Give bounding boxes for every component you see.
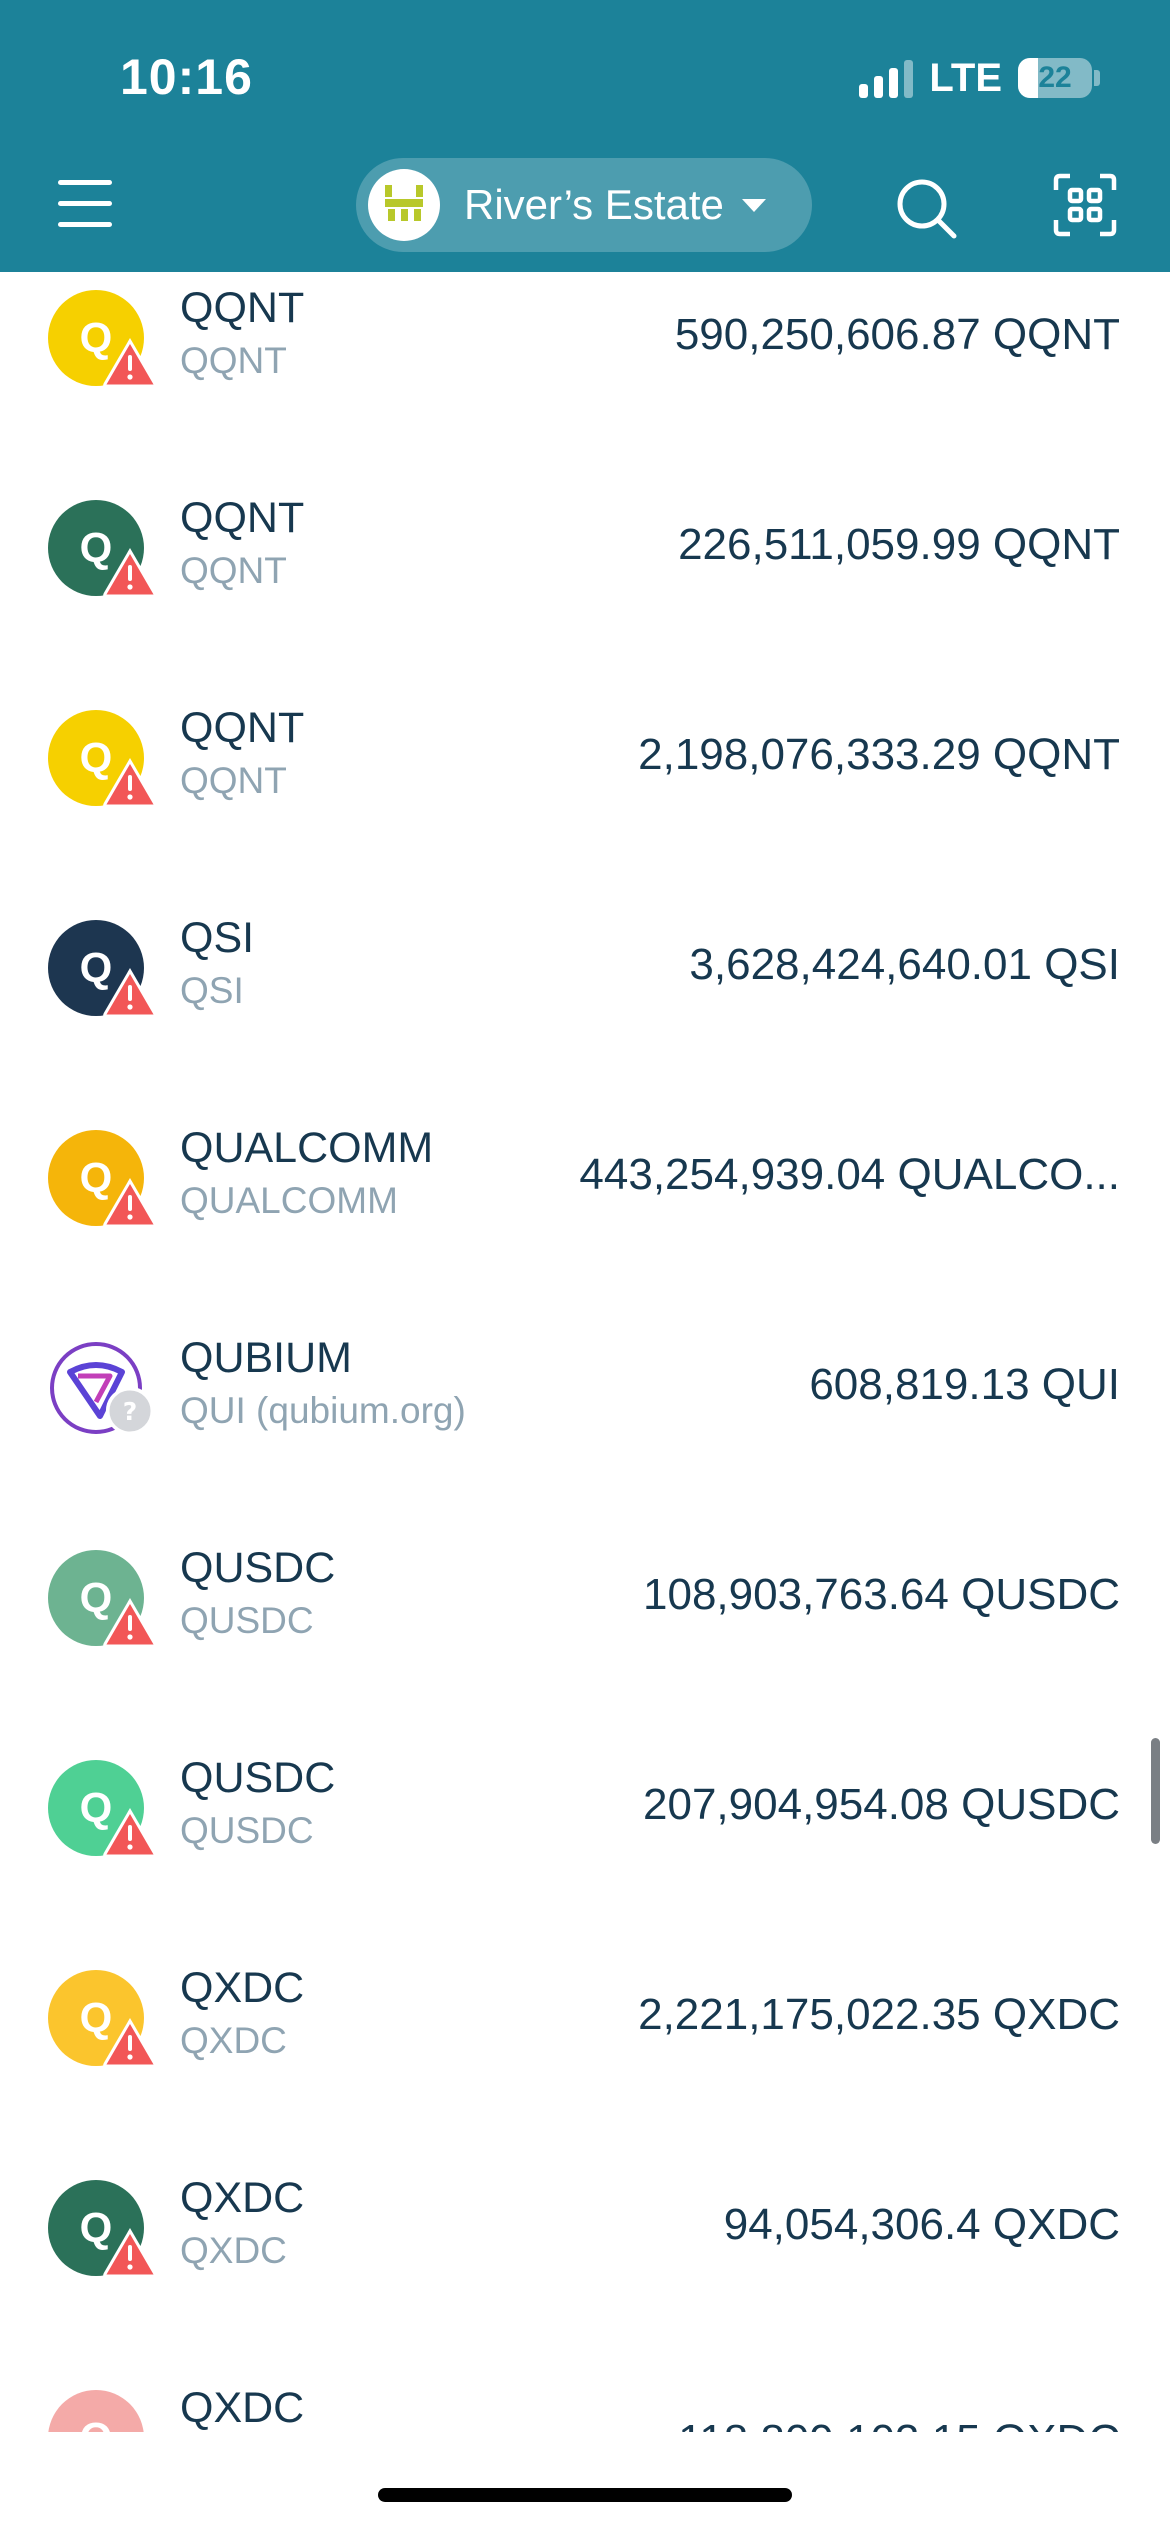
token-row-qqnt[interactable]: Q QQNT QQNT 590,250,606.87 QQNT — [0, 272, 1170, 452]
qr-scan-icon[interactable] — [1052, 172, 1118, 238]
token-symbol: QSI — [180, 970, 244, 1011]
warning-triangle-icon — [103, 338, 157, 388]
token-balance: 608,819.13 QUI — [809, 1360, 1120, 1409]
token-symbol: QUI (qubium.org) — [180, 1390, 466, 1431]
token-name: QQNT — [180, 284, 305, 332]
token-row-qxdc[interactable]: Q QXDC 118,809,103.15 QXDC — [0, 2342, 1170, 2432]
token-row-qsi[interactable]: Q QSI QSI 3,628,424,640.01 QSI — [0, 872, 1170, 1082]
token-name: QXDC — [180, 2174, 305, 2222]
token-symbol: QUSDC — [180, 1600, 314, 1641]
token-symbol: QUSDC — [180, 1810, 314, 1851]
warning-triangle-icon — [103, 758, 157, 808]
token-name: QUBIUM — [180, 1334, 352, 1382]
token-balance: 226,511,059.99 QQNT — [678, 520, 1120, 569]
cellular-signal-icon — [859, 58, 914, 98]
question-mark-icon: ? — [105, 1386, 155, 1436]
token-balance: 108,903,763.64 QUSDC — [643, 1570, 1120, 1619]
scrollbar[interactable] — [1151, 1738, 1160, 1844]
token-balance: 2,221,175,022.35 QXDC — [638, 1990, 1120, 2039]
token-name: QUSDC — [180, 1544, 336, 1592]
home-indicator[interactable] — [378, 2488, 792, 2502]
token-name: QSI — [180, 914, 255, 962]
token-symbol: QQNT — [180, 760, 287, 801]
token-symbol: QQNT — [180, 550, 287, 591]
token-row-qusdc[interactable]: Q QUSDC QUSDC 108,903,763.64 QUSDC — [0, 1502, 1170, 1712]
network-type: LTE — [929, 55, 1002, 100]
chevron-down-icon — [741, 198, 766, 212]
qxdc-token-icon: Q — [48, 2390, 144, 2432]
token-name: QUSDC — [180, 1754, 336, 1802]
token-balance: 2,198,076,333.29 QQNT — [638, 730, 1120, 779]
token-row-qxdc[interactable]: Q QXDC QXDC 2,221,175,022.35 QXDC — [0, 1922, 1170, 2132]
search-icon[interactable] — [890, 172, 962, 244]
warning-triangle-icon — [103, 2018, 157, 2068]
battery-level: 22 — [1038, 61, 1072, 94]
warning-triangle-icon — [103, 1808, 157, 1858]
token-row-qusdc[interactable]: Q QUSDC QUSDC 207,904,954.08 QUSDC — [0, 1712, 1170, 1922]
token-symbol: QXDC — [180, 2020, 287, 2061]
token-balance: 118,809,103.15 QXDC — [678, 2416, 1120, 2432]
warning-triangle-icon — [103, 548, 157, 598]
token-balance: 3,628,424,640.01 QSI — [689, 940, 1120, 989]
token-balance: 443,254,939.04 QUALCO... — [579, 1150, 1120, 1199]
token-name: QUALCOMM — [180, 1124, 434, 1172]
token-balance: 94,054,306.4 QXDC — [723, 2200, 1120, 2249]
svg-text:?: ? — [123, 1397, 138, 1426]
token-balance: 590,250,606.87 QQNT — [674, 310, 1120, 359]
token-symbol: QUALCOMM — [180, 1180, 398, 1221]
token-name: QXDC — [180, 1964, 305, 2012]
top-bar: 10:16 LTE 22 River’s Estate — [0, 0, 1170, 272]
status-indicators: LTE 22 — [859, 52, 1100, 104]
token-name: QQNT — [180, 704, 305, 752]
account-selector[interactable]: River’s Estate — [356, 158, 812, 252]
status-time: 10:16 — [120, 49, 253, 105]
hamburger-menu-icon[interactable] — [52, 176, 118, 232]
token-symbol: QXDC — [180, 2230, 287, 2271]
warning-triangle-icon — [103, 968, 157, 1018]
warning-triangle-icon — [103, 2228, 157, 2278]
token-name: QQNT — [180, 494, 305, 542]
token-row-qubium[interactable]: ? QUBIUM QUI (qubium.org) 608,819.13 QUI — [0, 1292, 1170, 1502]
account-name: River’s Estate — [464, 181, 724, 228]
token-row-qualcomm[interactable]: Q QUALCOMM QUALCOMM 443,254,939.04 QUALC… — [0, 1082, 1170, 1292]
token-row-qxdc[interactable]: Q QXDC QXDC 94,054,306.4 QXDC — [0, 2132, 1170, 2342]
token-symbol: QQNT — [180, 340, 287, 381]
token-balance: 207,904,954.08 QUSDC — [643, 1780, 1120, 1829]
token-row-qqnt[interactable]: Q QQNT QQNT 226,511,059.99 QQNT — [0, 452, 1170, 662]
account-avatar — [368, 169, 440, 241]
token-name: QXDC — [180, 2384, 305, 2432]
token-row-qqnt[interactable]: Q QQNT QQNT 2,198,076,333.29 QQNT — [0, 662, 1170, 872]
warning-triangle-icon — [103, 1598, 157, 1648]
battery-icon: 22 — [1018, 58, 1092, 98]
token-list[interactable]: Q QQNT QQNT 590,250,606.87 QQNT Q QQNT Q… — [0, 272, 1170, 2432]
warning-triangle-icon — [103, 1178, 157, 1228]
